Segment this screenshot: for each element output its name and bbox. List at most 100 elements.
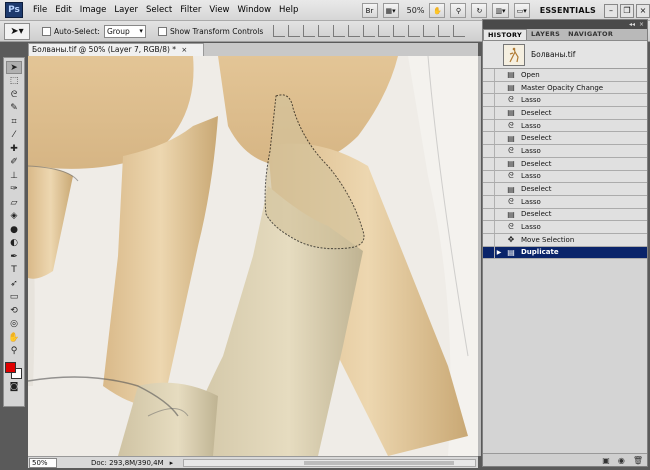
bridge-button[interactable]: Br <box>361 3 378 18</box>
hand-tool-icon[interactable]: ✋ <box>429 3 446 18</box>
new-snapshot-icon[interactable]: ◉ <box>618 456 625 465</box>
history-state[interactable]: ▤ Deselect <box>483 157 647 171</box>
history-source-checkbox[interactable] <box>483 144 495 157</box>
auto-select-dropdown[interactable]: Group <box>103 24 146 38</box>
close-icon[interactable]: × <box>636 3 650 18</box>
quick-mask-icon[interactable]: ◙ <box>6 380 22 393</box>
auto-select-checkbox[interactable] <box>42 26 51 36</box>
history-source-checkbox[interactable] <box>483 68 495 81</box>
screen-mode-icon[interactable]: ▭▾ <box>513 3 530 18</box>
distribute-hcenter-icon[interactable] <box>423 25 436 37</box>
distribute-vcenter-icon[interactable] <box>378 25 391 37</box>
move-tool-preset-icon[interactable]: ➤▾ <box>4 22 30 40</box>
document-tab[interactable]: Болваны.tif @ 50% (Layer 7, RGB/8) * × <box>28 43 204 56</box>
crop-tool-icon[interactable]: ⌗ <box>6 115 22 128</box>
align-right-icon[interactable] <box>348 25 361 37</box>
menu-filter[interactable]: Filter <box>176 0 205 21</box>
dodge-tool-icon[interactable]: ◐ <box>6 237 22 250</box>
distribute-left-icon[interactable] <box>408 25 421 37</box>
foreground-color-swatch[interactable] <box>5 362 16 373</box>
distribute-top-icon[interactable] <box>363 25 376 37</box>
show-transform-checkbox[interactable] <box>157 26 167 36</box>
history-source-checkbox[interactable] <box>483 233 495 246</box>
align-left-icon[interactable] <box>318 25 331 37</box>
history-source-checkbox[interactable] <box>483 157 495 170</box>
history-source-checkbox[interactable] <box>483 81 495 94</box>
align-vcenter-icon[interactable] <box>288 25 301 37</box>
history-source-checkbox[interactable] <box>483 119 495 132</box>
distribute-right-icon[interactable] <box>438 25 451 37</box>
brush-tool-icon[interactable]: ✐ <box>6 156 22 169</box>
collapse-panel-icon[interactable]: ◂◂ <box>629 21 635 28</box>
arrange-documents-icon[interactable]: ▥▾ <box>492 3 509 18</box>
rotate-view-icon[interactable]: ↻ <box>471 3 488 18</box>
history-state[interactable]: ▤ Deselect <box>483 208 647 222</box>
history-state[interactable]: ᘓ Lasso <box>483 221 647 234</box>
workspace-switcher[interactable]: ESSENTIALS <box>540 6 596 15</box>
history-state[interactable]: ▤ Deselect <box>483 132 647 146</box>
history-state[interactable]: ᘓ Lasso <box>483 119 647 133</box>
quick-selection-tool-icon[interactable]: ✎ <box>6 102 22 115</box>
tab-navigator[interactable]: NAVIGATOR <box>564 29 617 40</box>
eyedropper-tool-icon[interactable]: ⁄ <box>6 129 22 142</box>
distribute-bottom-icon[interactable] <box>393 25 406 37</box>
zoom-tool-icon[interactable]: ⚲ <box>450 3 467 18</box>
history-state[interactable]: ▤ Open <box>483 68 647 82</box>
clone-stamp-tool-icon[interactable]: ⊥ <box>6 169 22 182</box>
eraser-tool-icon[interactable]: ▱ <box>6 196 22 209</box>
restore-icon[interactable]: ❐ <box>620 3 634 18</box>
close-panel-icon[interactable]: × <box>639 21 644 28</box>
paint-bucket-tool-icon[interactable]: ◈ <box>6 210 22 223</box>
zoom-level-select[interactable]: 50% <box>407 6 425 15</box>
document-canvas[interactable] <box>28 56 478 456</box>
history-state[interactable]: ▤ Deselect <box>483 183 647 196</box>
menu-view[interactable]: View <box>205 0 233 21</box>
align-top-icon[interactable] <box>273 25 286 37</box>
minimize-icon[interactable]: – <box>604 3 618 18</box>
path-selection-tool-icon[interactable]: ➶ <box>6 277 22 290</box>
history-source-checkbox[interactable] <box>483 221 495 234</box>
close-document-icon[interactable]: × <box>181 46 187 54</box>
history-snapshot[interactable]: Болваны.tif <box>483 41 647 69</box>
menu-file[interactable]: File <box>29 0 51 21</box>
align-hcenter-icon[interactable] <box>333 25 346 37</box>
menu-image[interactable]: Image <box>76 0 111 21</box>
history-state[interactable]: ᘓ Lasso <box>483 94 647 108</box>
history-source-checkbox[interactable] <box>483 246 495 259</box>
menu-select[interactable]: Select <box>142 0 176 21</box>
pen-tool-icon[interactable]: ✒ <box>6 250 22 263</box>
type-tool-icon[interactable]: T <box>6 264 22 277</box>
tab-history[interactable]: HISTORY <box>483 29 527 40</box>
history-state[interactable]: ▶ ▤ Duplicate <box>483 246 647 260</box>
lasso-tool-icon[interactable]: ᘓ <box>6 88 22 101</box>
history-state[interactable]: ▤ Master Opacity Change <box>483 81 647 95</box>
history-state[interactable]: ▤ Deselect <box>483 106 647 120</box>
menu-edit[interactable]: Edit <box>51 0 75 21</box>
horizontal-scrollbar-thumb[interactable] <box>304 460 455 465</box>
healing-brush-tool-icon[interactable]: ✚ <box>6 142 22 155</box>
tab-layers[interactable]: LAYERS <box>527 29 564 40</box>
history-source-checkbox[interactable] <box>483 208 495 221</box>
menu-window[interactable]: Window <box>234 0 276 21</box>
3d-rotate-tool-icon[interactable]: ⟲ <box>6 304 22 317</box>
marquee-tool-icon[interactable]: ⬚ <box>6 75 22 88</box>
align-bottom-icon[interactable] <box>303 25 316 37</box>
history-source-checkbox[interactable] <box>483 183 495 196</box>
extras-button[interactable]: ▦▾ <box>382 3 399 18</box>
menu-help[interactable]: Help <box>275 0 302 21</box>
status-menu-arrow-icon[interactable]: ▸ <box>170 459 174 467</box>
3d-orbit-tool-icon[interactable]: ◎ <box>6 318 22 331</box>
history-brush-tool-icon[interactable]: ✑ <box>6 183 22 196</box>
history-state[interactable]: ᘓ Lasso <box>483 170 647 184</box>
auto-align-icon[interactable] <box>453 25 466 37</box>
new-document-from-state-icon[interactable]: ▣ <box>602 456 610 465</box>
status-zoom-field[interactable]: 50% <box>29 457 57 468</box>
history-source-checkbox[interactable] <box>483 132 495 145</box>
menu-layer[interactable]: Layer <box>110 0 142 21</box>
history-state[interactable]: ᘓ Lasso <box>483 195 647 209</box>
history-source-checkbox[interactable] <box>483 170 495 183</box>
zoom-tool-icon[interactable]: ⚲ <box>6 345 22 358</box>
move-tool-icon[interactable]: ➤ <box>6 61 22 74</box>
history-source-checkbox[interactable] <box>483 106 495 119</box>
history-state[interactable]: ᘓ Lasso <box>483 144 647 158</box>
